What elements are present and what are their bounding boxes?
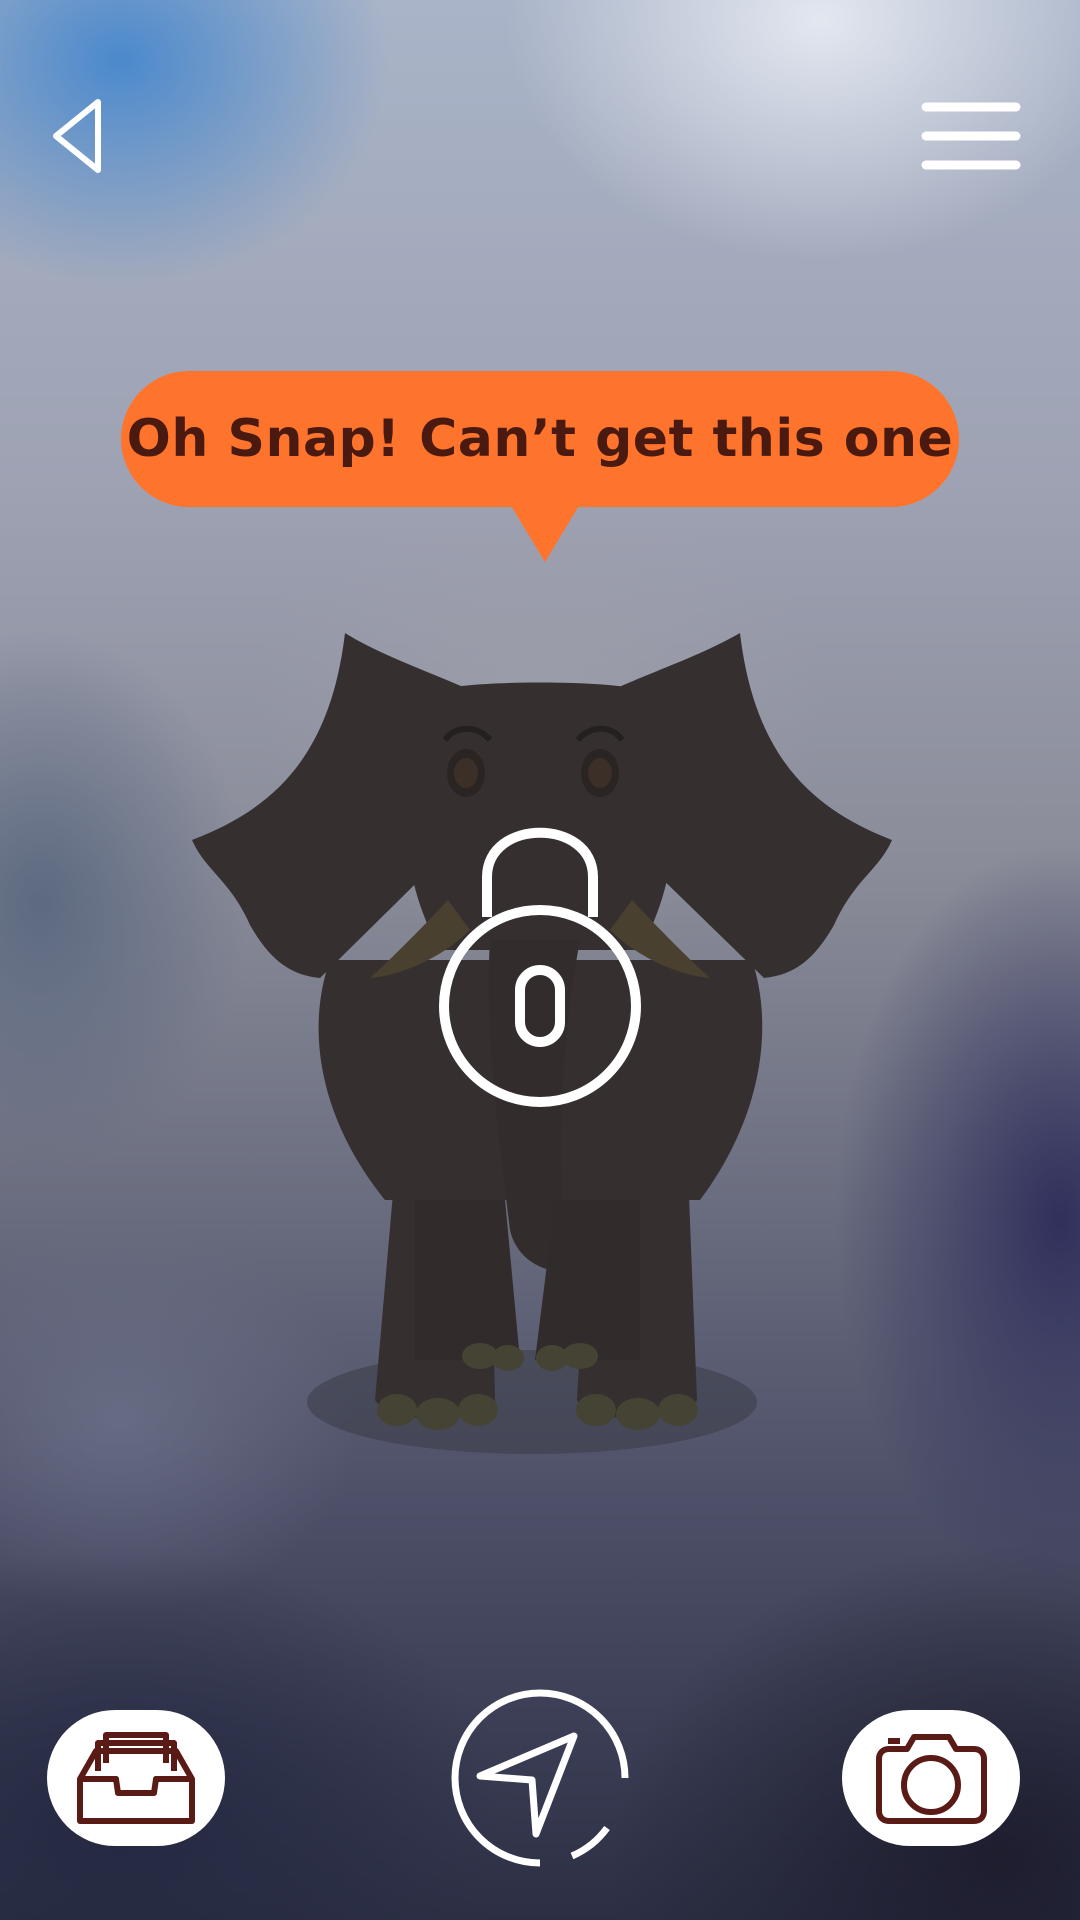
- camera-button[interactable]: [842, 1710, 1020, 1846]
- navigation-arrow-icon: [451, 1689, 629, 1867]
- hamburger-menu-icon: [921, 102, 1021, 170]
- back-button[interactable]: [30, 96, 130, 176]
- camera-icon: [875, 1733, 987, 1824]
- inbox-tray-icon: [77, 1731, 195, 1824]
- locked-message-text: Oh Snap! Can’t get this one: [126, 409, 954, 469]
- padlock-icon: [439, 827, 641, 1107]
- bubble-tail: [510, 504, 580, 562]
- locked-message-bubble: Oh Snap! Can’t get this one: [121, 371, 959, 507]
- back-triangle-icon: [53, 99, 101, 173]
- inbox-button[interactable]: [47, 1710, 225, 1846]
- navigate-button[interactable]: [450, 1688, 630, 1868]
- menu-button[interactable]: [916, 96, 1026, 176]
